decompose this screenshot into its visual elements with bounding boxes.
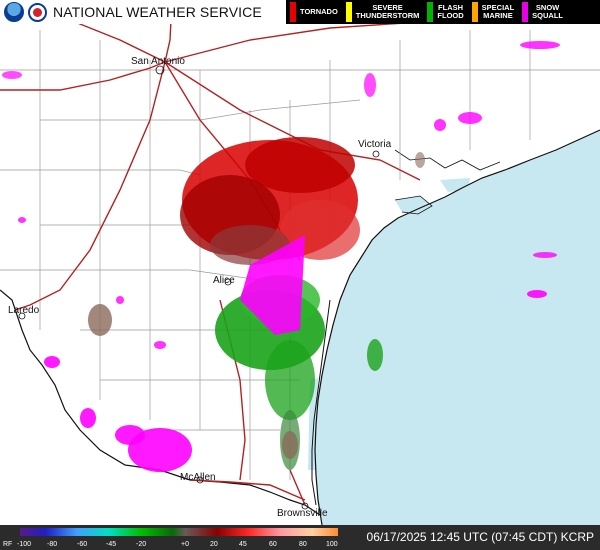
legend-swatch [345,2,352,22]
nws-logo-icon [28,2,47,22]
legend-item-snow-squall: SNOW SQUALL [518,0,567,24]
legend-label: SEVERE THUNDERSTORM [355,3,420,20]
warning-legend: TORNADO SEVERE THUNDERSTORM FLASH FLOOD … [286,0,600,24]
city-label-brownsville: Brownsville [277,508,328,519]
legend-item-flash-flood: FLASH FLOOD [423,0,467,24]
scale-tick: -45 [106,541,116,548]
scale-tick: 45 [239,541,247,548]
scale-tick: +0 [181,541,189,548]
legend-label: TORNADO [300,7,338,16]
legend-swatch [427,2,434,22]
city-label-mcallen: McAllen [180,472,216,483]
agency-title: NATIONAL WEATHER SERVICE [53,4,262,20]
city-label-laredo: Laredo [8,305,40,316]
scale-tick: 60 [269,541,277,548]
legend-item-tornado: TORNADO [286,0,342,24]
radar-viewer: San Antonio Victoria Alice Laredo McAlle… [0,0,600,550]
city-label-victoria: Victoria [358,139,392,150]
scale-tick: -60 [77,541,87,548]
scale-label: RF [3,541,12,548]
header-bar: NATIONAL WEATHER SERVICE TORNADO SEVERE … [0,0,600,24]
legend-label: FLASH FLOOD [437,3,464,20]
legend-label: SNOW SQUALL [532,3,564,20]
radar-map[interactable]: San Antonio Victoria Alice Laredo McAlle… [0,0,600,525]
velocity-color-scale: RF -100 -80 -60 -45 -20 +0 20 45 60 80 1… [3,528,338,548]
scale-tick: 80 [299,541,307,548]
scale-tick: 100 [326,541,338,548]
legend-item-special-marine: SPECIAL MARINE [468,0,519,24]
legend-label: SPECIAL MARINE [481,3,515,20]
radar-timestamp: 06/17/2025 12:45 UTC (07:45 CDT) KCRP [366,530,594,544]
city-label-alice: Alice [213,275,235,286]
city-label-san-antonio: San Antonio [131,56,185,67]
legend-swatch [290,2,296,22]
legend-swatch [522,2,529,22]
scale-tick: -20 [136,541,146,548]
scale-tick: -100 [17,541,31,548]
scale-bar [20,528,338,536]
agency-banner: NATIONAL WEATHER SERVICE [0,0,286,24]
scale-tick: -80 [47,541,57,548]
scale-tick: 20 [210,541,218,548]
legend-item-severe-thunderstorm: SEVERE THUNDERSTORM [342,0,424,24]
legend-swatch [471,2,478,22]
noaa-logo-icon [4,2,24,22]
footer-bar: RF -100 -80 -60 -45 -20 +0 20 45 60 80 1… [0,525,600,550]
